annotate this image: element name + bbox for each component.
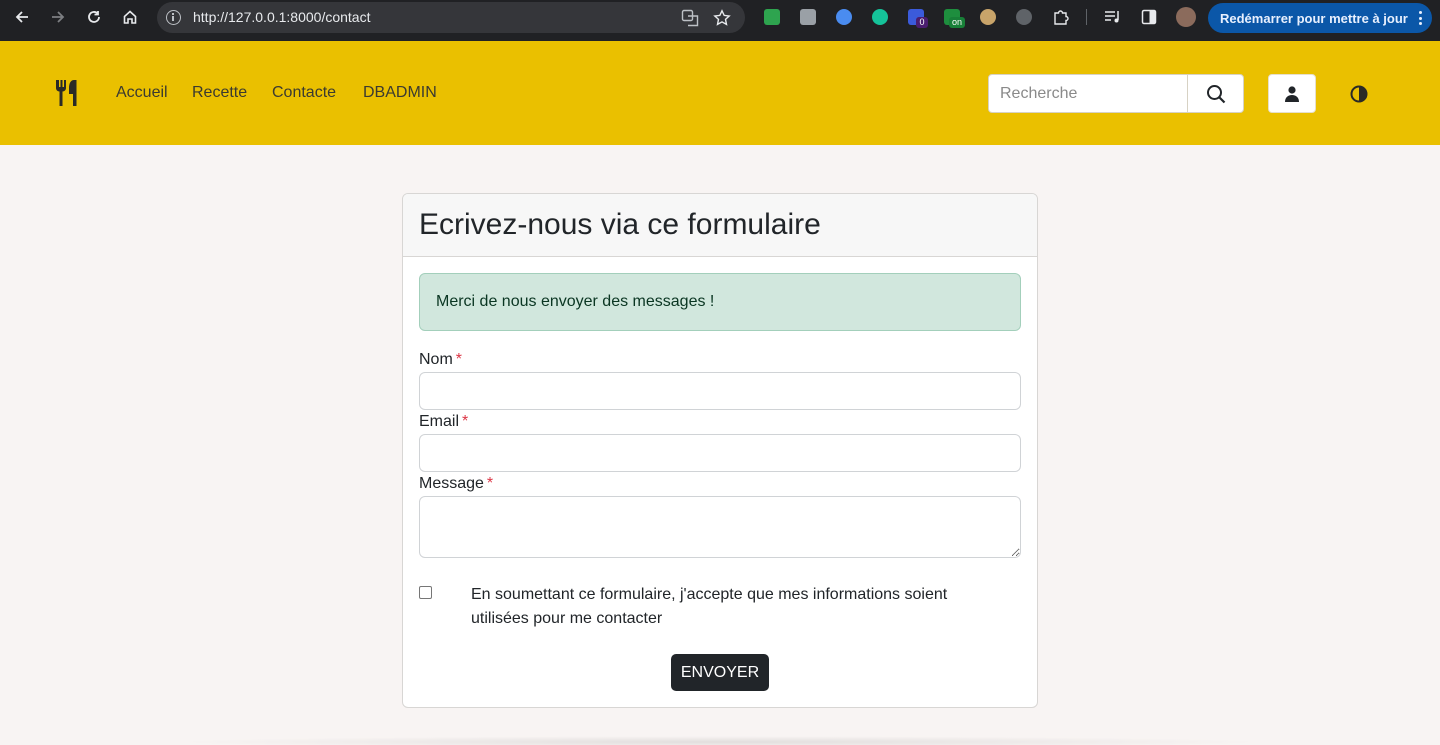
reload-icon[interactable]	[80, 6, 108, 28]
info-alert: Merci de nous envoyer des messages !	[419, 273, 1021, 331]
side-panel-icon[interactable]	[1141, 9, 1157, 25]
puzzle-icon[interactable]	[1052, 8, 1070, 26]
footer-shadow	[170, 736, 1270, 745]
name-field[interactable]	[419, 372, 1021, 410]
search-button[interactable]	[1187, 75, 1243, 112]
required-mark: *	[462, 413, 469, 430]
email-label: Email *	[419, 413, 468, 431]
restart-update-button[interactable]: Redémarrer pour mettre à jour	[1208, 3, 1432, 33]
page-title: Ecrivez-nous via ce formulaire	[419, 208, 821, 241]
notion-extension-icon[interactable]	[800, 9, 816, 25]
mail-extension-icon[interactable]	[764, 9, 780, 25]
nav-link-recette[interactable]: Recette	[192, 84, 247, 102]
search-form	[988, 74, 1244, 113]
message-label-text: Message	[419, 475, 484, 492]
user-account-button[interactable]	[1268, 74, 1316, 113]
message-field[interactable]	[419, 496, 1021, 558]
browser-toolbar: http://127.0.0.1:8000/contact 0 on Redém…	[0, 0, 1440, 41]
submit-button[interactable]: ENVOYER	[671, 654, 769, 691]
user-icon	[1285, 85, 1299, 102]
required-mark: *	[486, 475, 494, 492]
tiger-extension-icon[interactable]	[980, 9, 996, 25]
bookmark-star-icon[interactable]	[713, 9, 731, 27]
nav-link-contacte[interactable]: Contacte	[272, 84, 336, 102]
consent-checkbox[interactable]	[419, 586, 432, 599]
nav-link-dbadmin[interactable]: DBADMIN	[363, 84, 437, 102]
forward-icon[interactable]	[44, 6, 72, 28]
site-navbar: Accueil Recette Contacte DBADMIN	[0, 41, 1440, 145]
restart-update-label: Redémarrer pour mettre à jour	[1220, 10, 1408, 26]
profile-avatar[interactable]	[1176, 7, 1196, 27]
address-bar[interactable]: http://127.0.0.1:8000/contact	[157, 2, 745, 33]
name-label-text: Nom	[419, 351, 453, 368]
contact-form-card: Ecrivez-nous via ce formulaire Merci de …	[402, 193, 1038, 708]
message-label: Message *	[419, 475, 493, 493]
home-icon[interactable]	[116, 6, 144, 28]
consent-label: En soumettant ce formulaire, j'accepte q…	[471, 586, 948, 627]
search-icon	[1206, 84, 1225, 103]
name-label: Nom *	[419, 351, 462, 369]
nav-link-accueil[interactable]: Accueil	[116, 84, 168, 102]
gear-extension-icon[interactable]	[1016, 9, 1032, 25]
site-info-icon[interactable]	[166, 10, 181, 25]
back-icon[interactable]	[8, 6, 36, 28]
theme-toggle-icon[interactable]	[1350, 85, 1368, 103]
circle-extension-icon[interactable]	[836, 9, 852, 25]
media-queue-icon[interactable]	[1104, 9, 1122, 25]
translate-icon[interactable]	[681, 9, 699, 27]
search-input[interactable]	[989, 75, 1187, 112]
url-text: http://127.0.0.1:8000/contact	[193, 9, 371, 25]
email-label-text: Email	[419, 413, 460, 430]
required-mark: *	[455, 351, 463, 368]
extension-badge: 0	[916, 17, 928, 28]
toolbar-divider	[1086, 9, 1087, 25]
grammarly-extension-icon[interactable]	[872, 9, 888, 25]
card-header: Ecrivez-nous via ce formulaire	[403, 194, 1037, 257]
email-field[interactable]	[419, 434, 1021, 472]
menu-kebab-icon[interactable]	[1419, 11, 1422, 25]
extension-on-badge: on	[949, 17, 965, 28]
utensils-icon[interactable]	[55, 79, 81, 107]
